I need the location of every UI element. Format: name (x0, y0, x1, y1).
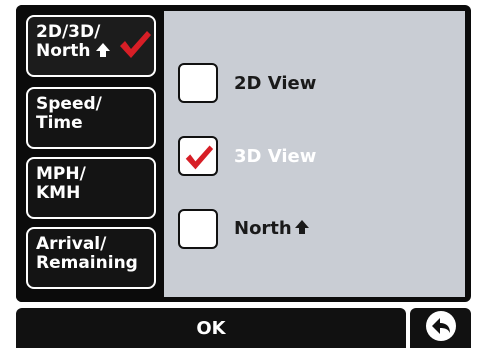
sidebar-item-2d-3d-north[interactable]: 2D/3D/ North (26, 15, 156, 77)
back-button[interactable] (410, 308, 471, 348)
main-frame: 2D/3D/ North Speed/ Time MPH/ KMH Arriva… (16, 5, 471, 302)
sidebar-item-label: MPH/ (36, 164, 86, 184)
ok-button[interactable]: OK (16, 308, 406, 348)
sidebar-item-label: Time (36, 113, 83, 133)
checkbox-2d-view[interactable] (178, 63, 218, 103)
options-panel: 2D View 3D View North (164, 11, 465, 297)
sidebar-item-speed-time[interactable]: Speed/ Time (26, 87, 156, 149)
sidebar-item-arrival-remaining[interactable]: Arrival/ Remaining (26, 227, 156, 289)
bottom-bar: OK (0, 306, 483, 348)
back-arrow-icon (425, 310, 457, 346)
up-arrow-icon (95, 42, 111, 63)
option-label: 3D View (234, 145, 317, 167)
sidebar-item-label: North (36, 41, 91, 61)
checkbox-north[interactable] (178, 209, 218, 249)
sidebar-item-label: Remaining (36, 253, 138, 273)
option-3d-view[interactable]: 3D View (178, 133, 316, 179)
option-2d-view[interactable]: 2D View (178, 60, 316, 106)
checkmark-icon (118, 29, 152, 64)
checkbox-3d-view[interactable] (178, 136, 218, 176)
sidebar: 2D/3D/ North Speed/ Time MPH/ KMH Arriva… (16, 5, 164, 302)
sidebar-item-mph-kmh[interactable]: MPH/ KMH (26, 157, 156, 219)
sidebar-item-label: Speed/ (36, 94, 102, 114)
checkmark-icon (185, 145, 214, 170)
up-arrow-icon (294, 219, 310, 240)
option-label: 2D View (234, 72, 317, 94)
sidebar-item-label: KMH (36, 183, 81, 203)
option-label: North (234, 218, 292, 239)
sidebar-item-label: Arrival/ (36, 234, 107, 254)
option-north[interactable]: North (178, 206, 310, 252)
